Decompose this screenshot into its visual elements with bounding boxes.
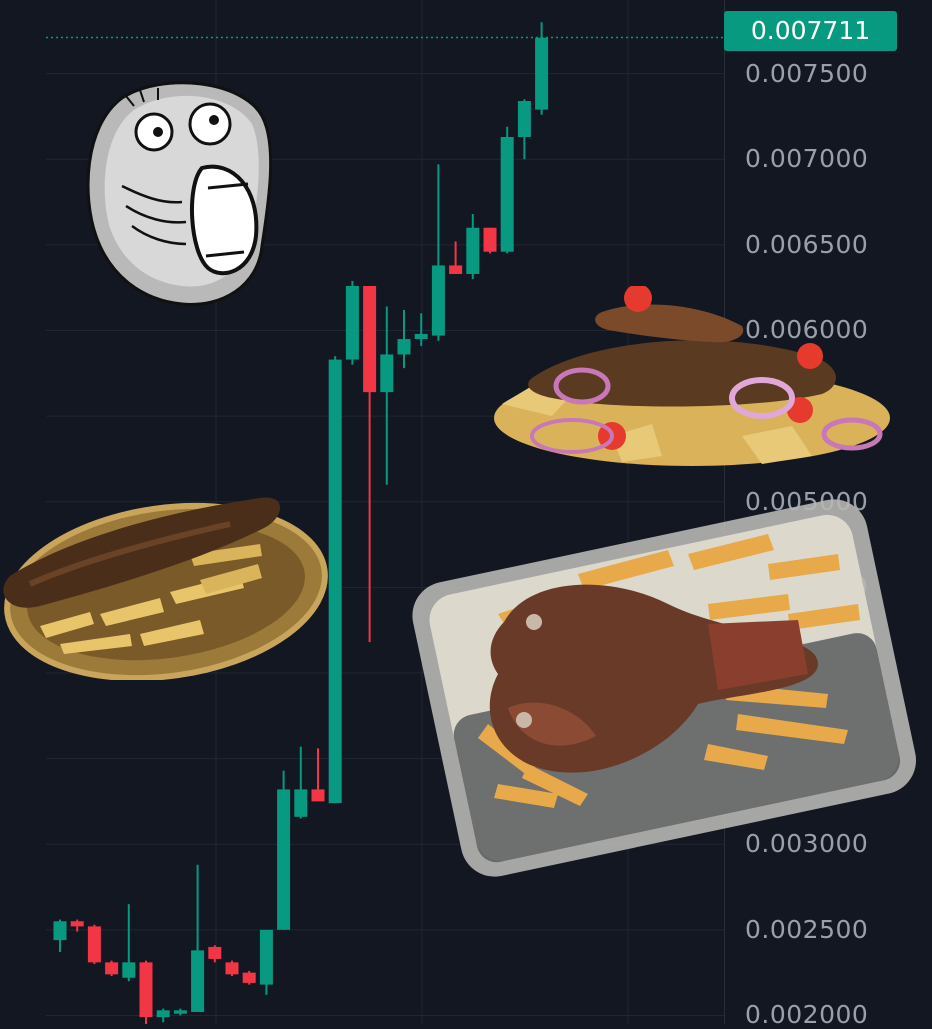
- candle[interactable]: [517, 99, 531, 160]
- candle-body-up: [414, 333, 428, 340]
- candle[interactable]: [363, 285, 377, 643]
- fish-fries-platter-sticker: [494, 286, 890, 466]
- candle[interactable]: [449, 241, 463, 274]
- lol-rage-face-sticker: [86, 81, 272, 306]
- candle[interactable]: [380, 306, 394, 485]
- candle[interactable]: [466, 214, 480, 280]
- right-eye-icon: [188, 102, 232, 146]
- candle-body-up: [53, 921, 67, 941]
- candle[interactable]: [259, 929, 273, 995]
- candle-body-up: [277, 789, 291, 930]
- candle-body-up: [122, 962, 136, 978]
- candle[interactable]: [191, 864, 205, 1013]
- candle[interactable]: [328, 356, 342, 804]
- candle-body-down: [105, 962, 119, 975]
- candle-body-down: [363, 285, 377, 393]
- candle-body-up: [191, 950, 205, 1013]
- candle-body-up: [466, 227, 480, 274]
- candle[interactable]: [414, 313, 428, 346]
- candle-body-down: [208, 946, 222, 959]
- candle[interactable]: [345, 280, 359, 365]
- candle-body-up: [535, 37, 549, 110]
- candle[interactable]: [397, 309, 411, 369]
- fish-fries-plate-sticker: [3, 497, 328, 680]
- candle-body-down: [311, 789, 325, 802]
- candle[interactable]: [242, 970, 256, 985]
- price-axis-label: 0.002500: [745, 914, 869, 944]
- candle-body-up: [517, 101, 531, 137]
- price-axis-label: 0.007000: [745, 144, 869, 174]
- candle[interactable]: [53, 919, 67, 953]
- candle-body-down: [139, 962, 153, 1018]
- candle[interactable]: [173, 1008, 187, 1016]
- candle-body-down: [242, 972, 256, 983]
- candle[interactable]: [483, 227, 497, 254]
- candle-body-down: [70, 921, 84, 927]
- candle-body-up: [431, 265, 445, 336]
- candle[interactable]: [208, 945, 222, 963]
- price-axis-label: 0.007500: [745, 58, 869, 88]
- candle-body-up: [500, 136, 514, 252]
- last-price-badge: 0.007711: [724, 11, 897, 51]
- candle[interactable]: [277, 770, 291, 930]
- candle[interactable]: [156, 1008, 170, 1023]
- candle-body-up: [259, 929, 273, 985]
- candle-body-down: [87, 926, 101, 963]
- candle[interactable]: [105, 960, 119, 977]
- candle[interactable]: [431, 164, 445, 341]
- price-axis-label: 0.006500: [745, 229, 869, 259]
- candle-body-down: [483, 227, 497, 252]
- candle[interactable]: [294, 746, 308, 819]
- candle[interactable]: [500, 126, 514, 254]
- candle-body-down: [225, 962, 239, 975]
- candle-body-up: [345, 285, 359, 360]
- candle[interactable]: [535, 22, 549, 115]
- candle[interactable]: [139, 960, 153, 1024]
- candle-body-up: [328, 359, 342, 804]
- fish-fries-container-sticker: [412, 499, 916, 877]
- candle-body-up: [294, 789, 308, 817]
- candle[interactable]: [122, 904, 136, 982]
- candle-body-up: [397, 339, 411, 355]
- candle[interactable]: [311, 748, 325, 802]
- candle-body-up: [173, 1010, 187, 1014]
- candle[interactable]: [87, 924, 101, 965]
- candle-body-down: [449, 265, 463, 274]
- candle-body-up: [380, 354, 394, 393]
- candlestick-chart[interactable]: 0.0020000.0025000.0030000.0045000.005000…: [0, 0, 932, 1027]
- candle-body-up: [156, 1010, 170, 1018]
- candle[interactable]: [225, 960, 239, 977]
